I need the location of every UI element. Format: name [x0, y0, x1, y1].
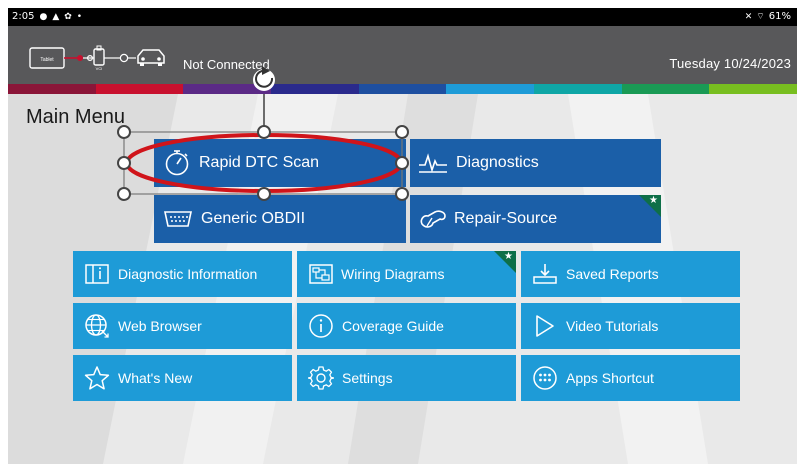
stripe-segment — [358, 84, 447, 94]
info-book-icon — [84, 263, 110, 285]
star-badge-icon: ★ — [649, 195, 658, 206]
rapid-dtc-scan-tile[interactable]: Rapid DTC Scan — [154, 139, 406, 187]
settings-label: Settings — [342, 370, 393, 386]
warning-icon: ▲ — [52, 11, 60, 22]
wiring-diagram-icon — [308, 263, 334, 285]
wrench-icon — [418, 208, 448, 230]
waveform-icon — [418, 152, 448, 174]
web-browser-label: Web Browser — [118, 318, 202, 334]
resize-handle-top-left[interactable] — [117, 125, 131, 139]
date-display: Tuesday 10/24/2023 — [669, 56, 791, 71]
stripe-segment — [534, 84, 622, 94]
diagnostics-label: Diagnostics — [456, 154, 539, 171]
diagnostic-information-label: Diagnostic Information — [118, 266, 258, 282]
app-header: Tablet VCI Not Connected Tuesday 10/24/2… — [8, 26, 797, 84]
tablet-label: Tablet — [40, 57, 54, 63]
connection-diagram: Tablet VCI — [29, 45, 165, 71]
apps-shortcut-tile[interactable]: Apps Shortcut — [521, 355, 740, 401]
video-tutorials-label: Video Tutorials — [566, 318, 659, 334]
wiring-diagrams-label: Wiring Diagrams — [341, 266, 445, 282]
notification-dot-icon: ● — [39, 11, 48, 22]
stripe-segment — [8, 84, 96, 94]
gear-icon — [308, 365, 334, 391]
repair-source-label: Repair-Source — [454, 210, 558, 227]
stripe-segment — [621, 84, 710, 94]
generic-obdii-label: Generic OBDII — [201, 210, 306, 227]
download-tray-icon — [532, 263, 558, 285]
obd-connector-icon — [163, 209, 193, 229]
diagnostics-tile[interactable]: Diagnostics — [410, 139, 661, 187]
web-browser-tile[interactable]: Web Browser — [73, 303, 292, 349]
play-icon — [534, 314, 556, 338]
repair-source-tile[interactable]: Repair-Source ★ — [410, 195, 661, 243]
stripe-segment — [446, 84, 535, 94]
status-bar: 2:05 ● ▲ ✿ • ✕ ⌔ 61% — [8, 8, 797, 26]
car-icon — [137, 49, 165, 66]
diagnostic-information-tile[interactable]: Diagnostic Information — [73, 251, 292, 297]
globe-icon — [84, 313, 110, 339]
resize-handle-top[interactable] — [257, 125, 271, 139]
stripe-segment — [271, 84, 359, 94]
apps-grid-icon — [532, 365, 558, 391]
generic-obdii-tile[interactable]: Generic OBDII — [154, 195, 406, 243]
whats-new-tile[interactable]: What's New — [73, 355, 292, 401]
resize-handle-left[interactable] — [117, 156, 131, 170]
app-screen: 2:05 ● ▲ ✿ • ✕ ⌔ 61% Tablet VCI Not Conn… — [8, 8, 797, 464]
vci-device-icon: VCI — [93, 45, 105, 71]
resize-handle-bottom-right[interactable] — [395, 187, 409, 201]
dot-icon: • — [76, 11, 83, 22]
connection-status: Not Connected — [183, 57, 270, 72]
saved-reports-tile[interactable]: Saved Reports — [521, 251, 740, 297]
star-outline-icon — [84, 365, 110, 391]
status-time: 2:05 — [12, 11, 35, 22]
settings-tile[interactable]: Settings — [297, 355, 516, 401]
resize-handle-top-right[interactable] — [395, 125, 409, 139]
wiring-diagrams-tile[interactable]: Wiring Diagrams ★ — [297, 251, 516, 297]
settings-icon: ✿ — [64, 11, 72, 22]
vci-label: VCI — [96, 66, 103, 71]
video-tutorials-tile[interactable]: Video Tutorials — [521, 303, 740, 349]
info-circle-icon — [308, 313, 334, 339]
apps-shortcut-label: Apps Shortcut — [566, 370, 654, 386]
battery-level: 61% — [768, 11, 791, 22]
rapid-dtc-scan-label: Rapid DTC Scan — [199, 154, 320, 171]
coverage-guide-tile[interactable]: Coverage Guide — [297, 303, 516, 349]
saved-reports-label: Saved Reports — [566, 266, 659, 282]
resize-handle-bottom-left[interactable] — [117, 187, 131, 201]
coverage-guide-label: Coverage Guide — [342, 318, 444, 334]
page-title: Main Menu — [26, 106, 125, 128]
stripe-segment — [95, 84, 184, 94]
wifi-icon: ⌔ — [756, 11, 765, 22]
star-badge-icon: ★ — [504, 251, 513, 262]
resize-handle-bottom[interactable] — [257, 187, 271, 201]
brand-color-stripe — [8, 84, 797, 94]
resize-handle-right[interactable] — [395, 156, 409, 170]
mute-icon: ✕ — [744, 11, 753, 22]
stopwatch-icon — [163, 149, 191, 177]
stripe-segment — [709, 84, 797, 94]
whats-new-label: What's New — [118, 370, 193, 386]
